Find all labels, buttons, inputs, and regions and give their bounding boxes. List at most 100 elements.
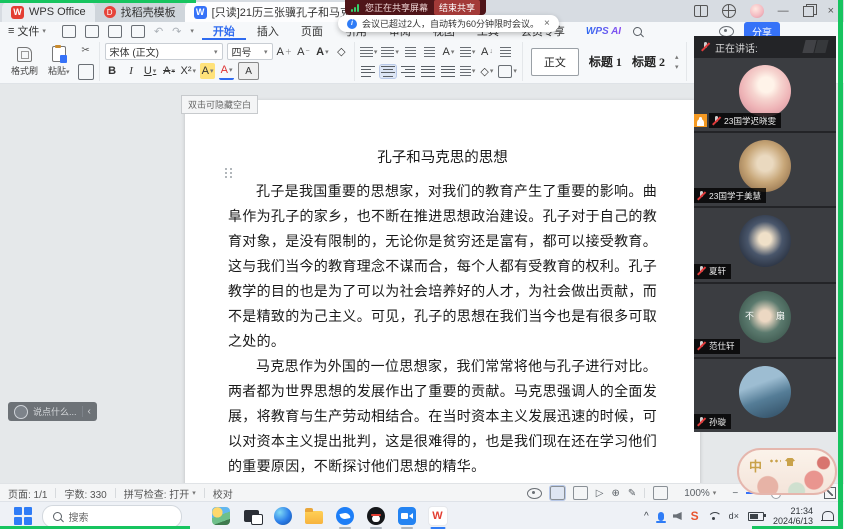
borders-button[interactable]: ▾ xyxy=(498,63,517,79)
start-button[interactable] xyxy=(14,507,32,525)
format-painter-button[interactable]: 格式刷 xyxy=(9,43,40,80)
zoom-level[interactable]: 100%▾ xyxy=(676,488,724,499)
shading-button[interactable]: ◇▾ xyxy=(479,63,494,79)
paragraph-drag-handle-icon[interactable] xyxy=(225,168,232,179)
battery-icon[interactable] xyxy=(748,512,764,521)
show-marks-button[interactable] xyxy=(498,44,513,60)
decrease-font-button[interactable]: A− xyxy=(296,44,311,60)
document-page[interactable]: 双击可隐藏空白 孔子和马克思的思想 孔子是我国重要的思想家，对我们的教育产生了重… xyxy=(185,100,700,483)
eye-protect-icon[interactable] xyxy=(719,26,734,37)
tab-docer-templates[interactable]: D 找稻壳模板 xyxy=(95,2,185,22)
highlight-button[interactable]: A▾ xyxy=(200,63,215,79)
edge-browser-icon[interactable] xyxy=(272,505,294,527)
globe-icon[interactable] xyxy=(722,4,736,18)
zoom-out-button[interactable]: − xyxy=(732,488,738,499)
toast-close-icon[interactable]: × xyxy=(544,18,550,29)
dingtalk-icon[interactable] xyxy=(334,505,356,527)
page-indicator[interactable]: 页面: 1/1 xyxy=(0,486,55,501)
spellcheck-status[interactable]: 拼写检查: 打开▾ xyxy=(116,486,204,501)
bold-button[interactable]: B xyxy=(105,63,120,79)
wps-app-icon[interactable]: W xyxy=(427,505,449,527)
text-effects-button[interactable]: A▾ xyxy=(315,44,330,60)
page-view-icon[interactable] xyxy=(550,486,565,500)
widgets-icon[interactable] xyxy=(210,505,232,527)
wifi-icon[interactable] xyxy=(708,512,720,520)
outline-view-icon[interactable] xyxy=(573,486,588,500)
audio-device-icon[interactable] xyxy=(673,512,682,520)
spinner-up-icon[interactable]: ▴ xyxy=(675,53,679,61)
account-avatar[interactable] xyxy=(750,4,764,18)
decrease-indent-button[interactable] xyxy=(403,44,418,60)
copy-icon[interactable] xyxy=(78,64,94,80)
split-screen-icon[interactable] xyxy=(694,5,708,17)
search-icon[interactable] xyxy=(633,27,642,36)
align-right-button[interactable] xyxy=(400,65,416,78)
clear-format-button[interactable]: ◇ xyxy=(334,44,349,60)
superscript-button[interactable]: X²▾ xyxy=(181,63,197,79)
minimize-button[interactable]: — xyxy=(778,5,789,17)
participant-tile[interactable]: 23国学迟晓雯 xyxy=(694,58,836,131)
document-paragraph[interactable]: 马克思作为外国的一位思想家，我们常常将他与孔子进行对比。两者都为世界思想的发展作… xyxy=(228,355,657,480)
menu-item-page[interactable]: 页面 xyxy=(290,22,334,40)
font-name-select[interactable]: 宋体 (正文) ▾ xyxy=(105,43,223,60)
underline-button[interactable]: U▾ xyxy=(143,63,158,79)
align-left-button[interactable] xyxy=(360,65,376,78)
sogou-input-icon[interactable]: S xyxy=(691,509,699,523)
text-direction-button[interactable]: ▾ xyxy=(460,44,476,60)
strikethrough-button[interactable]: A▾ xyxy=(162,63,177,79)
qq-icon[interactable] xyxy=(365,505,387,527)
save-icon[interactable] xyxy=(62,25,76,38)
document-title[interactable]: 孔子和马克思的思想 xyxy=(228,146,657,171)
notification-bell-icon[interactable] xyxy=(822,511,834,521)
justify-button[interactable] xyxy=(420,65,436,78)
style-heading1[interactable]: 标题 1 xyxy=(589,53,622,70)
play-view-icon[interactable]: ▷ xyxy=(596,488,604,499)
bullet-list-button[interactable]: ▾ xyxy=(360,44,378,60)
participant-tile[interactable]: 不 扇 范仕轩 xyxy=(694,284,836,357)
distribute-button[interactable] xyxy=(440,65,456,78)
hide-blank-tooltip[interactable]: 双击可隐藏空白 xyxy=(181,95,258,114)
character-border-button[interactable]: A xyxy=(238,62,259,80)
style-body-text[interactable]: 正文 xyxy=(531,48,579,76)
web-view-icon[interactable]: ⊕ xyxy=(611,488,619,499)
font-color-button[interactable]: A▾ xyxy=(219,62,234,80)
tencent-meeting-icon[interactable] xyxy=(396,505,418,527)
tray-expand-icon[interactable]: ^ xyxy=(644,511,649,522)
chevron-down-icon[interactable]: ▾ xyxy=(190,27,194,35)
tab-wps-home[interactable]: W WPS Office xyxy=(2,2,95,22)
increase-indent-button[interactable] xyxy=(422,44,437,60)
taskbar-search[interactable]: 搜索 xyxy=(42,505,182,528)
participant-tile[interactable]: 孙璇 xyxy=(694,359,836,432)
proofread-button[interactable]: 校对 xyxy=(205,486,241,501)
align-center-button[interactable] xyxy=(380,65,396,78)
task-view-icon[interactable] xyxy=(241,505,263,527)
fit-page-icon[interactable] xyxy=(653,486,668,500)
font-size-select[interactable]: 四号 ▾ xyxy=(227,43,273,60)
microphone-tray-icon[interactable] xyxy=(658,512,664,521)
wps-ai-button[interactable]: WPS AI xyxy=(586,26,621,37)
document-paragraph[interactable]: 孔子是我国重要的思想家，对我们的教育产生了重要的影响。曲阜作为孔子的家乡，也不断… xyxy=(228,180,657,355)
print-preview-icon[interactable] xyxy=(131,25,145,38)
spinner-down-icon[interactable]: ▾ xyxy=(675,63,679,71)
italic-button[interactable]: I xyxy=(124,63,139,79)
print-icon[interactable] xyxy=(108,25,122,38)
numbered-list-button[interactable]: ▾ xyxy=(381,44,399,60)
word-count[interactable]: 字数: 330 xyxy=(56,486,114,501)
style-gallery-scroll[interactable]: ▴ ▾ xyxy=(675,53,679,71)
close-button[interactable]: × xyxy=(828,5,834,17)
meeting-quick-chat-pill[interactable]: 说点什么... ‹ xyxy=(8,402,97,421)
volume-muted-icon[interactable]: d× xyxy=(729,511,739,521)
restore-button[interactable] xyxy=(803,6,814,17)
menu-item-insert[interactable]: 插入 xyxy=(246,22,290,40)
paste-button[interactable]: 粘贴▾ xyxy=(46,43,72,80)
collapse-left-icon[interactable]: ‹ xyxy=(88,406,91,417)
decorative-sticker[interactable]: 中 xyxy=(737,448,837,495)
cut-icon[interactable]: ✂ xyxy=(79,43,93,57)
undo-icon[interactable]: ↶ xyxy=(154,25,163,38)
stop-share-button[interactable]: 结束共享 xyxy=(434,0,480,15)
output-icon[interactable] xyxy=(85,25,99,38)
increase-font-button[interactable]: A＋ xyxy=(277,44,292,60)
participant-tile[interactable]: 23国学于美慧 xyxy=(694,133,836,206)
style-heading2[interactable]: 标题 2 xyxy=(632,53,665,70)
redo-icon[interactable]: ↷ xyxy=(172,25,181,38)
